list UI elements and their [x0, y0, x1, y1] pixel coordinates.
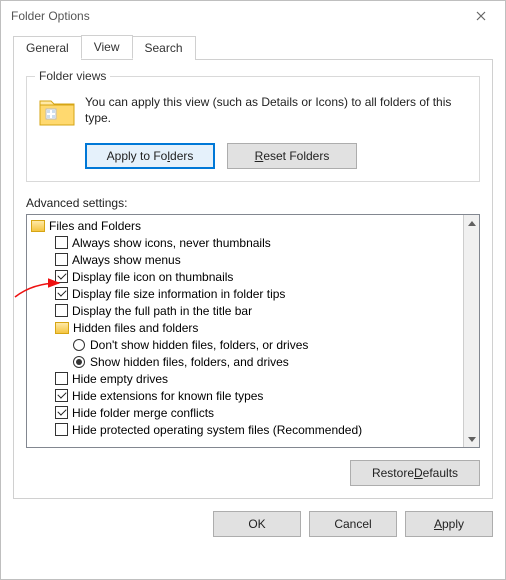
- checkbox[interactable]: [55, 287, 68, 300]
- scroll-down-button[interactable]: [464, 431, 480, 447]
- folder-options-window: Folder Options General View Search Folde…: [0, 0, 506, 580]
- restore-defaults-button[interactable]: Restore Defaults: [350, 460, 480, 486]
- tree-item-file-icon-thumbs[interactable]: Display file icon on thumbnails: [27, 268, 463, 285]
- folder-views-label: Folder views: [35, 69, 110, 83]
- tree-radio-dont-show-hidden[interactable]: Don't show hidden files, folders, or dri…: [27, 336, 463, 353]
- tree-item-file-size-tips[interactable]: Display file size information in folder …: [27, 285, 463, 302]
- radio[interactable]: [73, 356, 85, 368]
- checkbox[interactable]: [55, 406, 68, 419]
- tab-general[interactable]: General: [13, 36, 82, 60]
- view-tab-pane: Folder views You can apply this view (su…: [13, 59, 493, 499]
- tree-item-full-path-titlebar[interactable]: Display the full path in the title bar: [27, 302, 463, 319]
- checkbox[interactable]: [55, 304, 68, 317]
- titlebar: Folder Options: [1, 1, 505, 31]
- folder-icon: [55, 322, 69, 334]
- radio[interactable]: [73, 339, 85, 351]
- tabs: General View Search: [13, 35, 493, 59]
- tree-item-hide-empty-drives[interactable]: Hide empty drives: [27, 370, 463, 387]
- checkbox[interactable]: [55, 270, 68, 283]
- chevron-up-icon: [468, 221, 476, 226]
- checkbox[interactable]: [55, 423, 68, 436]
- scroll-up-button[interactable]: [464, 215, 480, 231]
- folder-views-group: Folder views You can apply this view (su…: [26, 76, 480, 182]
- tree-group-hidden-files[interactable]: Hidden files and folders: [27, 319, 463, 336]
- checkbox[interactable]: [55, 236, 68, 249]
- tree-radio-show-hidden[interactable]: Show hidden files, folders, and drives: [27, 353, 463, 370]
- folder-icon: [31, 220, 45, 232]
- advanced-settings-tree[interactable]: Files and Folders Always show icons, nev…: [27, 215, 463, 447]
- chevron-down-icon: [468, 437, 476, 442]
- tree-item-hide-merge-conflicts[interactable]: Hide folder merge conflicts: [27, 404, 463, 421]
- tree-item-always-menus[interactable]: Always show menus: [27, 251, 463, 268]
- apply-button[interactable]: Apply: [405, 511, 493, 537]
- scrollbar[interactable]: [463, 215, 479, 447]
- close-icon: [476, 11, 486, 21]
- checkbox[interactable]: [55, 253, 68, 266]
- advanced-settings-label: Advanced settings:: [26, 196, 480, 210]
- close-button[interactable]: [461, 3, 501, 29]
- tab-view[interactable]: View: [81, 35, 133, 59]
- checkbox[interactable]: [55, 372, 68, 385]
- tab-search[interactable]: Search: [132, 36, 196, 60]
- tree-item-hide-protected-os-files[interactable]: Hide protected operating system files (R…: [27, 421, 463, 438]
- tree-item-always-icons[interactable]: Always show icons, never thumbnails: [27, 234, 463, 251]
- reset-folders-button[interactable]: Reset Folders: [227, 143, 357, 169]
- ok-button[interactable]: OK: [213, 511, 301, 537]
- folder-views-icon: [37, 91, 77, 131]
- folder-views-text: You can apply this view (such as Details…: [85, 95, 469, 126]
- tree-group-files-folders[interactable]: Files and Folders: [27, 217, 463, 234]
- advanced-settings-box: Files and Folders Always show icons, nev…: [26, 214, 480, 448]
- tree-item-hide-extensions[interactable]: Hide extensions for known file types: [27, 387, 463, 404]
- apply-to-folders-button[interactable]: Apply to Folders: [85, 143, 215, 169]
- cancel-button[interactable]: Cancel: [309, 511, 397, 537]
- dialog-buttons: OK Cancel Apply: [1, 505, 505, 547]
- checkbox[interactable]: [55, 389, 68, 402]
- window-title: Folder Options: [11, 9, 90, 23]
